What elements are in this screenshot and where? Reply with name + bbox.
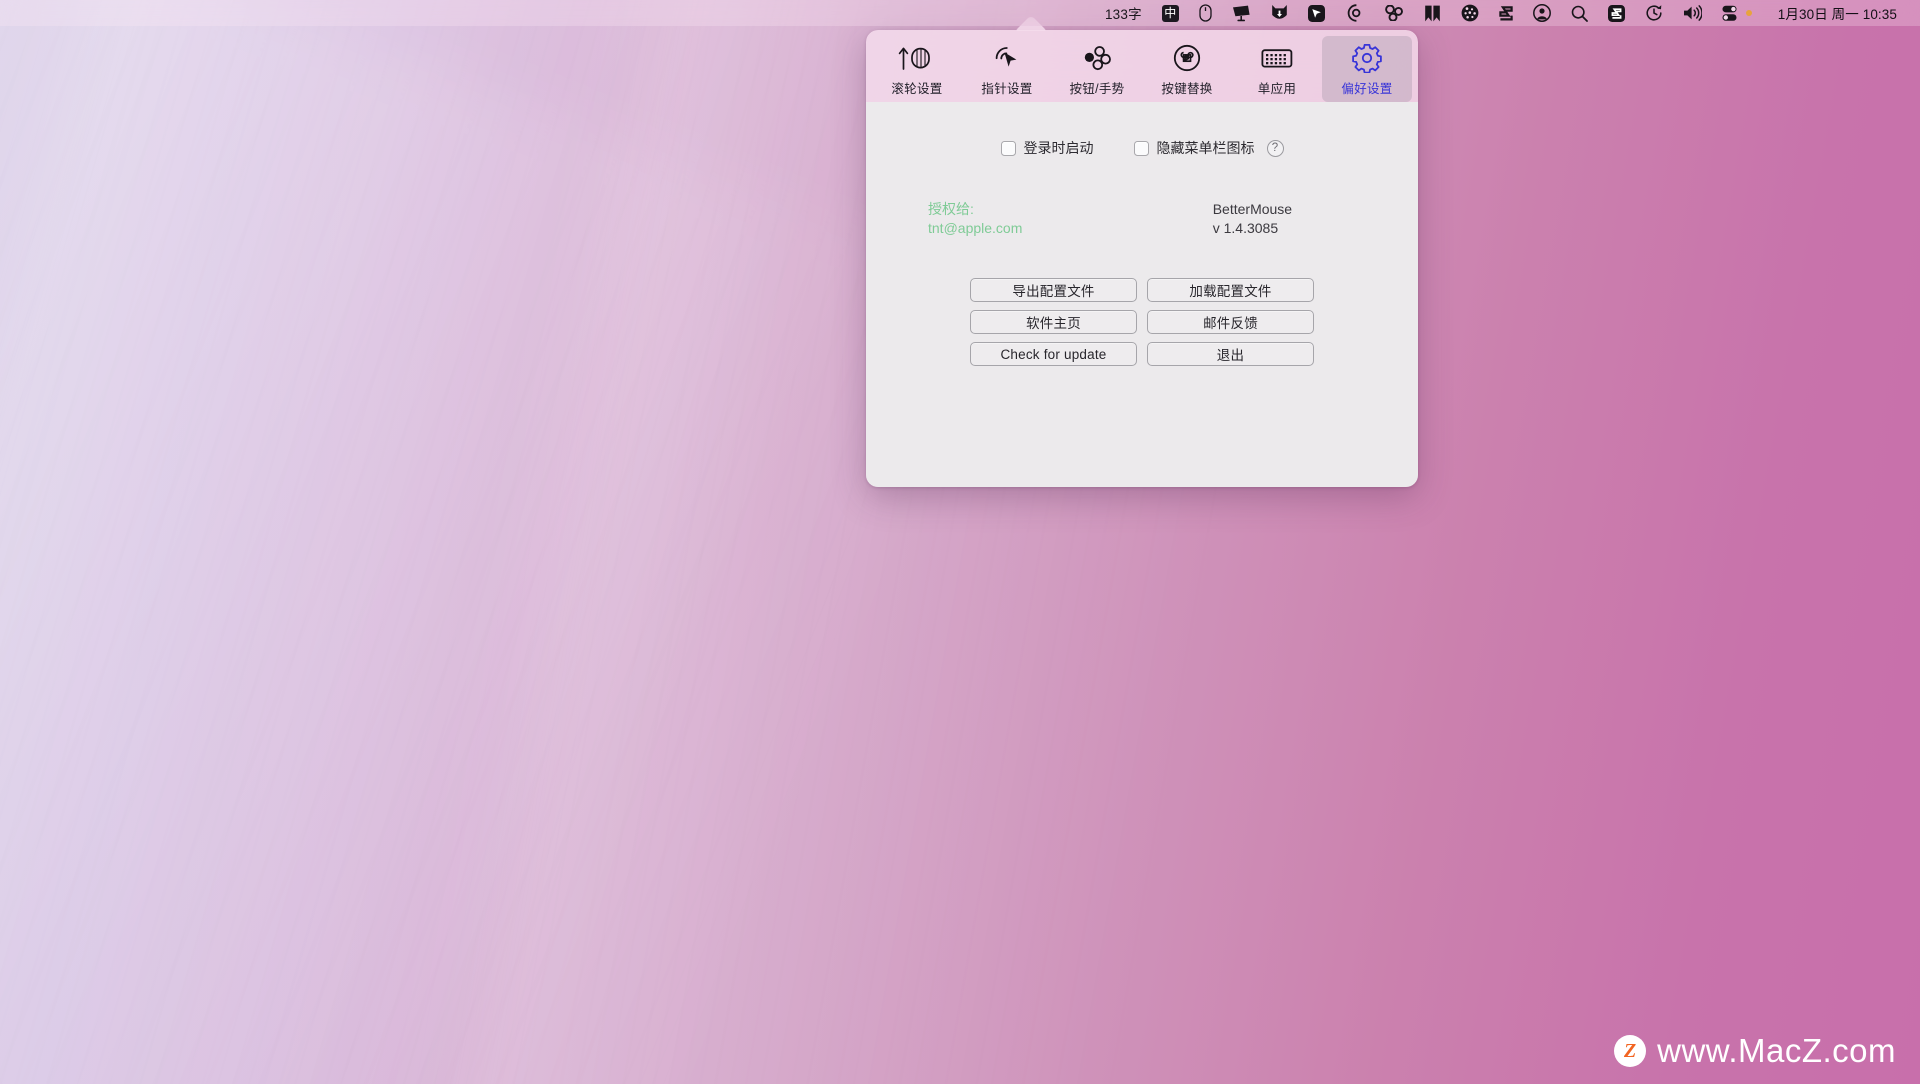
input-method-badge[interactable]: 中 <box>1152 0 1189 26</box>
bookmark-icon[interactable] <box>1414 0 1451 26</box>
buttons-gesture-icon <box>1080 41 1114 75</box>
cursor-arrow-icon[interactable] <box>1298 0 1335 26</box>
tab-label: 单应用 <box>1257 82 1297 96</box>
setapp-icon[interactable] <box>1489 0 1523 26</box>
desktop: 133字 中 1月30日 周一 10:35 滚轮设置 指针设置 按钮/手势 按键… <box>0 0 1920 1084</box>
time-machine-icon[interactable] <box>1635 0 1673 26</box>
popover-body: 登录时启动 隐藏菜单栏图标 ? 授权给: tnt@apple.com Bette… <box>866 102 1418 487</box>
display-lamp-icon[interactable] <box>1222 0 1261 26</box>
checkbox-hide-menubar-icon[interactable]: 隐藏菜单栏图标 ? <box>1133 138 1284 158</box>
app-version: v 1.4.3085 <box>1212 220 1279 236</box>
license-title: 授权给: <box>928 201 974 217</box>
load-profile-button[interactable]: 加载配置文件 <box>1147 278 1314 302</box>
help-icon[interactable]: ? <box>1266 139 1284 157</box>
tab-single-app[interactable]: 单应用 <box>1232 36 1322 102</box>
tab-label: 按键替换 <box>1161 82 1213 96</box>
creative-cloud-icon[interactable] <box>1335 0 1374 26</box>
checkbox-box[interactable] <box>1133 140 1149 156</box>
tab-key-remap[interactable]: 按键替换 <box>1142 36 1232 102</box>
tab-preferences[interactable]: 偏好设置 <box>1322 36 1412 102</box>
homepage-button[interactable]: 软件主页 <box>970 310 1137 334</box>
check-for-update-button[interactable]: Check for update <box>970 342 1137 366</box>
quit-button[interactable]: 退出 <box>1147 342 1314 366</box>
bettermouse-popover: 滚轮设置 指针设置 按钮/手势 按键替换 单应用 偏好设置 登录时启动 隐藏菜单… <box>866 30 1418 487</box>
battery-icon[interactable] <box>1712 0 1762 26</box>
pointer-target-icon <box>989 41 1025 75</box>
tab-pointer-settings[interactable]: 指针设置 <box>962 36 1052 102</box>
cat-download-icon[interactable] <box>1261 0 1298 26</box>
dotted-circle-icon[interactable] <box>1451 0 1489 26</box>
export-profile-button[interactable]: 导出配置文件 <box>970 278 1137 302</box>
menu-bar: 133字 中 1月30日 周一 10:35 <box>0 0 1920 26</box>
search-icon[interactable] <box>1561 0 1598 26</box>
battery-status-dot <box>1745 10 1752 16</box>
license-info: 授权给: tnt@apple.com BetterMouse v 1.4.308… <box>866 200 1418 238</box>
bartender-icon[interactable] <box>1374 0 1414 26</box>
tab-label: 指针设置 <box>981 82 1033 96</box>
keyboard-icon <box>1260 41 1294 75</box>
checkbox-box[interactable] <box>1000 140 1016 156</box>
gear-icon <box>1352 41 1382 75</box>
volume-icon[interactable] <box>1673 0 1712 26</box>
command-key-icon <box>1172 41 1202 75</box>
license-email: tnt@apple.com <box>928 220 1023 236</box>
action-buttons: 导出配置文件 加载配置文件 软件主页 邮件反馈 Check for update… <box>970 278 1314 366</box>
input-method-badge-label: 中 <box>1161 4 1179 22</box>
tab-buttons-gestures[interactable]: 按钮/手势 <box>1052 36 1142 102</box>
input-method-count[interactable]: 133字 <box>1095 0 1152 26</box>
tab-label: 偏好设置 <box>1341 82 1393 96</box>
mouse-icon[interactable] <box>1189 0 1222 26</box>
maczz-logo-icon: Z <box>1614 1035 1647 1067</box>
snipaste-icon[interactable] <box>1598 0 1635 26</box>
checkbox-label: 登录时启动 <box>1023 140 1094 156</box>
tab-label: 按钮/手势 <box>1069 82 1125 96</box>
checkbox-label: 隐藏菜单栏图标 <box>1156 140 1255 156</box>
app-info: BetterMouse v 1.4.3085 <box>1213 200 1356 238</box>
tab-label: 滚轮设置 <box>891 82 943 96</box>
options-row: 登录时启动 隐藏菜单栏图标 ? <box>1000 138 1284 158</box>
scroll-wheel-icon <box>897 41 937 75</box>
clock-label: 1月30日 周一 10:35 <box>1777 7 1897 22</box>
watermark: Z www.MacZ.com <box>1614 1032 1896 1070</box>
user-account-icon[interactable] <box>1523 0 1561 26</box>
email-feedback-button[interactable]: 邮件反馈 <box>1147 310 1314 334</box>
tab-scroll-settings[interactable]: 滚轮设置 <box>872 36 962 102</box>
app-name: BetterMouse <box>1212 201 1293 217</box>
license-owner: 授权给: tnt@apple.com <box>928 200 1105 238</box>
watermark-text: www.MacZ.com <box>1657 1032 1896 1069</box>
popover-toolbar: 滚轮设置 指针设置 按钮/手势 按键替换 单应用 偏好设置 <box>866 30 1418 102</box>
checkbox-launch-at-login[interactable]: 登录时启动 <box>1000 138 1094 158</box>
clock[interactable]: 1月30日 周一 10:35 <box>1762 0 1907 26</box>
input-method-count-label: 133字 <box>1104 7 1142 22</box>
